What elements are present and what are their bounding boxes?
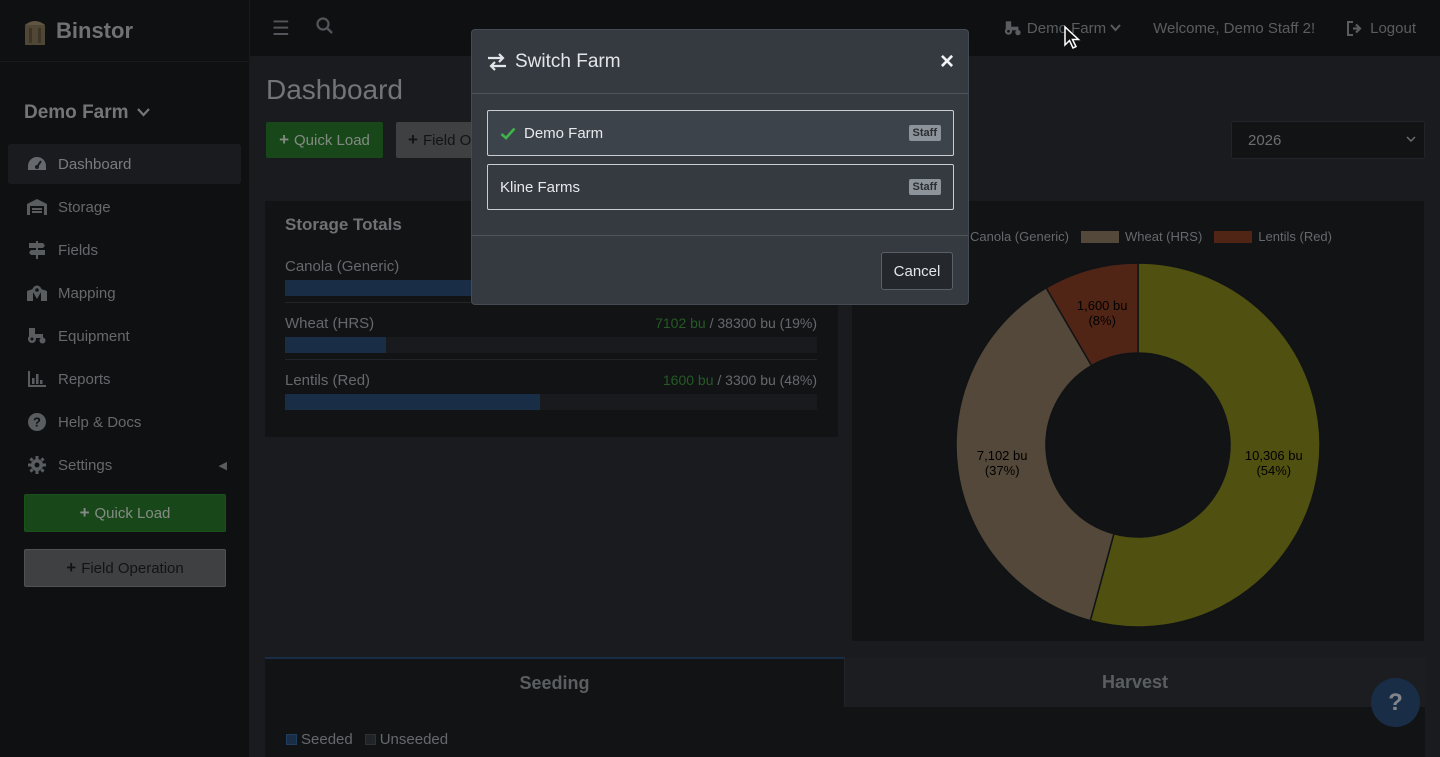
farm-option-kline-farms[interactable]: Kline Farms Staff: [487, 164, 954, 210]
farm-option-name: Demo Farm: [524, 124, 604, 142]
switch-farm-modal: Switch Farm × Demo Farm Staff Kline Farm…: [471, 29, 969, 305]
modal-footer: Cancel: [472, 235, 968, 305]
role-badge: Staff: [908, 179, 941, 195]
farm-option-name: Kline Farms: [500, 178, 581, 196]
farm-option-demo-farm[interactable]: Demo Farm Staff: [487, 110, 954, 156]
close-icon[interactable]: ×: [940, 48, 954, 76]
modal-header: Switch Farm: [472, 30, 968, 94]
role-badge: Staff: [908, 125, 941, 141]
mouse-cursor-icon: [1064, 25, 1081, 50]
check-icon: [500, 127, 516, 140]
exchange-icon: [488, 52, 506, 71]
cancel-button[interactable]: Cancel: [881, 252, 953, 290]
modal-title: Switch Farm: [515, 50, 621, 72]
